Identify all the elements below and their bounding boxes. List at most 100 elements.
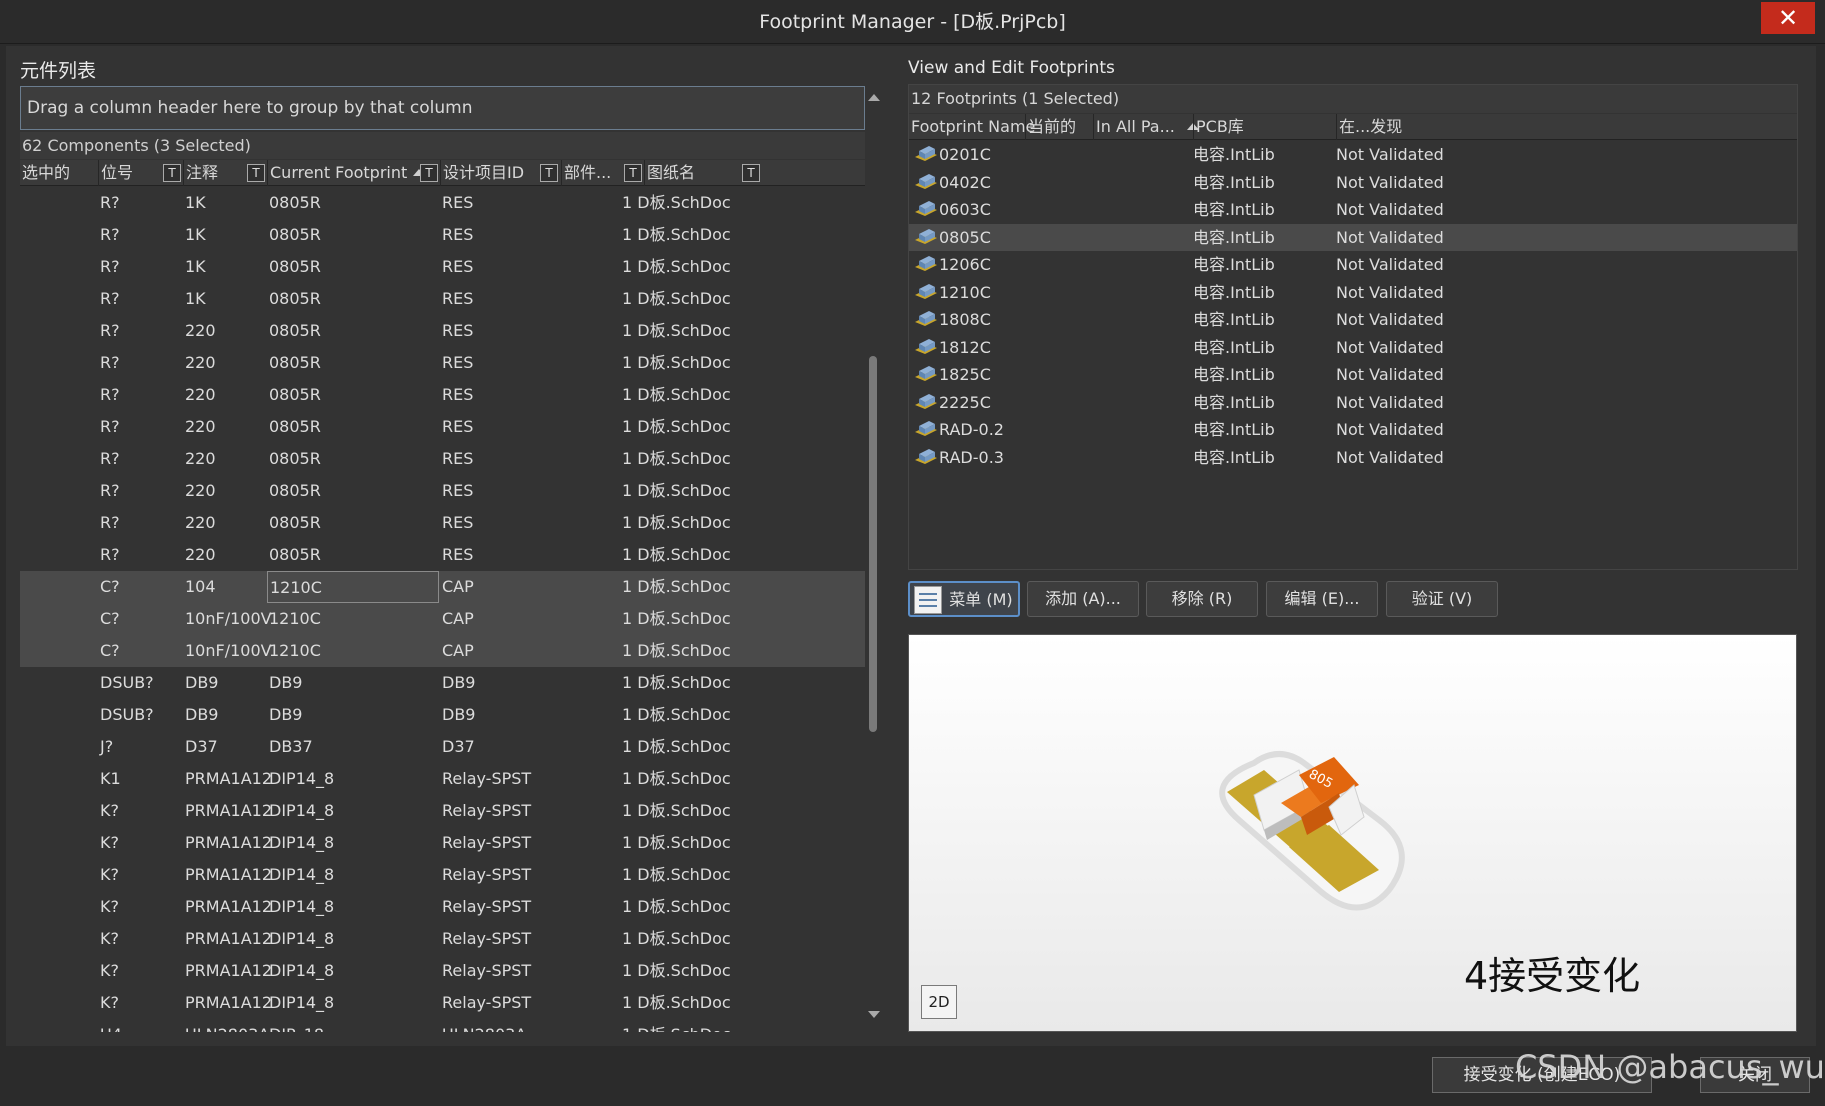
footprint-icon bbox=[915, 228, 937, 244]
menu-icon bbox=[914, 586, 942, 614]
footprint-cell: RAD-0.2 bbox=[939, 420, 1004, 439]
table-row[interactable]: C? 10nF/100V 1210C CAP 1 D板.SchDoc bbox=[20, 603, 865, 635]
filter-icon[interactable]: T bbox=[540, 164, 558, 182]
table-cell: 0805R bbox=[269, 257, 321, 276]
table-row[interactable]: C? 10nF/100V 1210C CAP 1 D板.SchDoc bbox=[20, 635, 865, 667]
header-selected[interactable]: 选中的 bbox=[20, 160, 98, 186]
table-cell: 220 bbox=[185, 481, 216, 500]
header-current-footprint[interactable]: Current Footprint bbox=[267, 160, 439, 186]
header-found-in[interactable]: 在...发现 bbox=[1336, 114, 1636, 140]
table-row[interactable]: R? 220 0805R RES 1 D板.SchDoc bbox=[20, 411, 865, 443]
add-button[interactable]: 添加 (A)... bbox=[1027, 581, 1139, 617]
list-item[interactable]: 1825C 电容.IntLib Not Validated bbox=[909, 361, 1797, 389]
footprint-cell: 电容.IntLib bbox=[1193, 310, 1275, 329]
footprint-3d-preview[interactable]: 805 4接受变化 2D bbox=[908, 634, 1797, 1032]
menu-button[interactable]: 菜单 (M) bbox=[908, 581, 1020, 617]
remove-button[interactable]: 移除 (R) bbox=[1146, 581, 1258, 617]
table-row[interactable]: R? 220 0805R RES 1 D板.SchDoc bbox=[20, 507, 865, 539]
table-row[interactable]: DSUB? DB9 DB9 DB9 1 D板.SchDoc bbox=[20, 667, 865, 699]
table-cell: RES bbox=[442, 417, 474, 436]
list-item[interactable]: 0805C 电容.IntLib Not Validated bbox=[909, 223, 1797, 251]
table-row[interactable]: DSUB? DB9 DB9 DB9 1 D板.SchDoc bbox=[20, 699, 865, 731]
list-item[interactable]: 2225C 电容.IntLib Not Validated bbox=[909, 389, 1797, 417]
table-row[interactable]: K? PRMA1A12 DIP14_8 Relay-SPST 1 D板.SchDoc bbox=[20, 859, 865, 891]
table-row[interactable]: R? 220 0805R RES 1 D板.SchDoc bbox=[20, 379, 865, 411]
table-cell: DIP14_8 bbox=[269, 993, 335, 1012]
header-in-all-parts-label: In All Pa... bbox=[1096, 117, 1175, 136]
footprint-icon bbox=[915, 366, 937, 381]
table-row[interactable]: K? PRMA1A12 DIP14_8 Relay-SPST 1 D板.SchDoc bbox=[20, 891, 865, 923]
filter-icon[interactable]: T bbox=[163, 164, 181, 182]
table-cell: J? bbox=[100, 737, 114, 756]
list-item[interactable]: 0402C 电容.IntLib Not Validated bbox=[909, 169, 1797, 197]
list-item[interactable]: RAD-0.2 电容.IntLib Not Validated bbox=[909, 416, 1797, 444]
header-design-item-id-label: 设计项目ID bbox=[443, 163, 525, 182]
table-row[interactable]: K? PRMA1A12 DIP14_8 Relay-SPST 1 D板.SchDoc bbox=[20, 795, 865, 827]
table-row[interactable]: U4ULN2803ADIP_18ULN2803A1 D板.SchDoc bbox=[20, 1019, 865, 1032]
filter-icon[interactable]: T bbox=[624, 164, 642, 182]
list-item[interactable]: 0603C 电容.IntLib Not Validated bbox=[909, 196, 1797, 224]
table-cell: 1 D板.SchDoc bbox=[622, 705, 731, 724]
header-pcb-lib[interactable]: PCB库 bbox=[1193, 114, 1336, 140]
list-item[interactable]: 1210C 电容.IntLib Not Validated bbox=[909, 279, 1797, 307]
list-item[interactable]: 0201C 电容.IntLib Not Validated bbox=[909, 141, 1797, 169]
scroll-up-icon[interactable] bbox=[868, 94, 880, 101]
table-row[interactable]: K1 PRMA1A12 DIP14_8 Relay-SPST 1 D板.SchDoc bbox=[20, 763, 865, 795]
footprint-cell: 0805C bbox=[939, 227, 991, 247]
table-cell: 220 bbox=[185, 321, 216, 340]
header-in-all-parts[interactable]: In All Pa... bbox=[1093, 114, 1199, 140]
group-by-drop-area[interactable]: Drag a column header here to group by th… bbox=[20, 86, 865, 130]
table-cell: 1 D板.SchDoc bbox=[622, 289, 731, 308]
component-table-scrollbar[interactable] bbox=[865, 86, 881, 1032]
table-row[interactable]: R? 1K 0805R RES 1 D板.SchDoc bbox=[20, 219, 865, 251]
table-row[interactable]: R? 220 0805R RES 1 D板.SchDoc bbox=[20, 347, 865, 379]
footprint-rows: 0201C 电容.IntLib Not Validated 0402C 电容.IntLi… bbox=[909, 141, 1797, 561]
table-row[interactable]: K? PRMA1A12 DIP14_8 Relay-SPST 1 D板.SchDoc bbox=[20, 987, 865, 1019]
capacitor-3d-model: 805 bbox=[1219, 751, 1405, 911]
table-cell: PRMA1A12 bbox=[185, 833, 272, 852]
footprint-cell: Not Validated bbox=[1336, 420, 1444, 439]
table-cell: 1 D板.SchDoc bbox=[622, 641, 731, 660]
table-row[interactable]: R? 1K 0805R RES 1 D板.SchDoc bbox=[20, 251, 865, 283]
component-table[interactable]: R? 1K 0805R RES 1 D板.SchDoc R? 1K 0805R RES 1 D板.… bbox=[20, 187, 865, 1032]
filter-icon[interactable]: T bbox=[742, 164, 760, 182]
filter-icon[interactable]: T bbox=[420, 164, 438, 182]
table-cell: DIP_18 bbox=[269, 1019, 324, 1032]
list-item[interactable]: RAD-0.3 电容.IntLib Not Validated bbox=[909, 444, 1797, 472]
table-row[interactable]: K? PRMA1A12 DIP14_8 Relay-SPST 1 D板.SchDoc bbox=[20, 955, 865, 987]
table-row[interactable]: R? 220 0805R RES 1 D板.SchDoc bbox=[20, 475, 865, 507]
table-cell: K? bbox=[100, 993, 119, 1012]
table-row[interactable]: R? 220 0805R RES 1 D板.SchDoc bbox=[20, 443, 865, 475]
table-row[interactable]: J? D37 DB37 D37 1 D板.SchDoc bbox=[20, 731, 865, 763]
table-cell: Relay-SPST bbox=[442, 961, 532, 980]
table-row[interactable]: R? 1K 0805R RES 1 D板.SchDoc bbox=[20, 187, 865, 219]
view-2d-button[interactable]: 2D bbox=[921, 985, 957, 1019]
footprint-cell: 电容.IntLib bbox=[1193, 447, 1275, 467]
table-cell: 0805R bbox=[269, 193, 321, 212]
list-item[interactable]: 1206C 电容.IntLib Not Validated bbox=[909, 251, 1797, 279]
table-row[interactable]: R? 220 0805R RES 1 D板.SchDoc bbox=[20, 315, 865, 347]
filter-icon[interactable]: T bbox=[247, 164, 265, 182]
list-item[interactable]: 1808C 电容.IntLib Not Validated bbox=[909, 306, 1797, 334]
footprint-table[interactable]: 12 Footprints (1 Selected) Footprint Nam… bbox=[908, 84, 1798, 570]
footprint-cell: Not Validated bbox=[1336, 282, 1444, 302]
table-cell: 0805R bbox=[269, 353, 321, 372]
table-row[interactable]: C? 104 1210C CAP 1 D板.SchDoc bbox=[20, 571, 865, 603]
table-cell: 1K bbox=[185, 257, 206, 276]
edit-button[interactable]: 编辑 (E)... bbox=[1266, 581, 1378, 617]
list-item[interactable]: 1812C 电容.IntLib Not Validated bbox=[909, 334, 1797, 362]
table-cell: DIP14_8 bbox=[269, 929, 335, 948]
table-row[interactable]: R? 1K 0805R RES 1 D板.SchDoc bbox=[20, 283, 865, 315]
header-footprint-name[interactable]: Footprint Name bbox=[909, 114, 1035, 140]
footprint-cell: 1210C bbox=[939, 282, 991, 302]
table-row[interactable]: K? PRMA1A12 DIP14_8 Relay-SPST 1 D板.SchDoc bbox=[20, 923, 865, 955]
footprint-cell: Not Validated bbox=[1336, 255, 1444, 274]
scroll-thumb[interactable] bbox=[869, 356, 877, 732]
validate-button[interactable]: 验证 (V) bbox=[1386, 581, 1498, 617]
table-row[interactable]: K? PRMA1A12 DIP14_8 Relay-SPST 1 D板.SchDoc bbox=[20, 827, 865, 859]
scroll-down-icon[interactable] bbox=[868, 1011, 880, 1018]
footprint-cell: Not Validated bbox=[1336, 447, 1444, 467]
close-icon[interactable]: ✕ bbox=[1761, 2, 1815, 34]
header-current[interactable]: 当前的 bbox=[1025, 114, 1093, 140]
table-row[interactable]: R? 220 0805R RES 1 D板.SchDoc bbox=[20, 539, 865, 571]
